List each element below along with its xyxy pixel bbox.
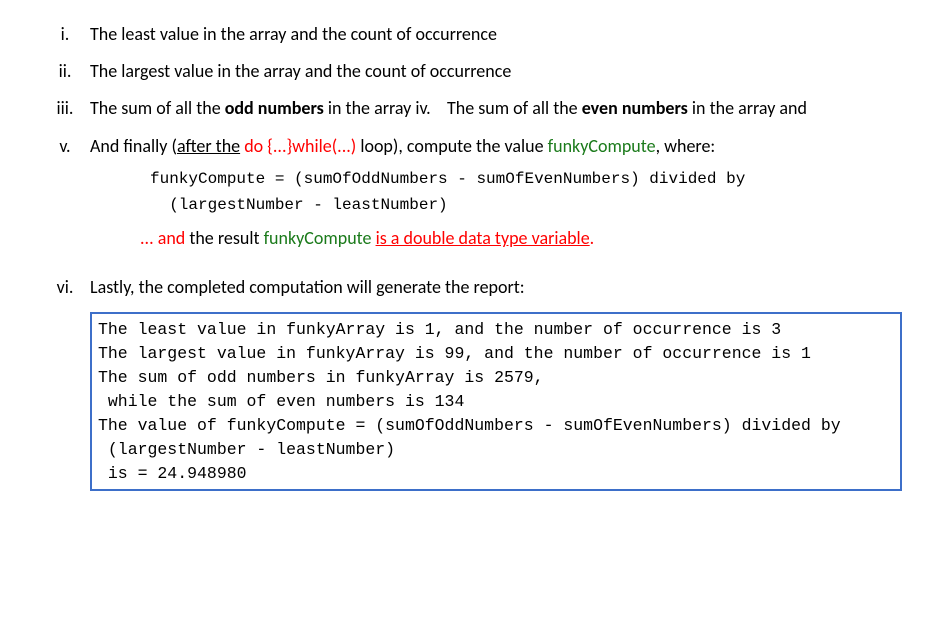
item-vi: vi. Lastly, the completed computation wi… xyxy=(40,273,902,302)
output-line7: is = 24.948980 xyxy=(98,462,894,486)
roman-ii: ii. xyxy=(40,57,90,86)
v-funky: funkyCompute xyxy=(548,135,656,157)
iv-part4: in the array and xyxy=(688,97,807,119)
item-v: v. And finally (after the do {...}while(… xyxy=(40,132,902,253)
v-dots: ... and xyxy=(140,227,185,249)
roman-iii: iii. xyxy=(40,94,90,123)
output-box: The least value in funkyArray is 1, and … xyxy=(90,312,902,491)
formula-line1: funkyCompute = (sumOfOddNumbers - sumOfE… xyxy=(150,167,902,193)
v-result-mid: the result xyxy=(185,227,263,249)
text-iii: The sum of all the odd numbers in the ar… xyxy=(90,94,902,123)
output-line6: (largestNumber - leastNumber) xyxy=(98,438,894,462)
output-line5: The value of funkyCompute = (sumOfOddNum… xyxy=(98,414,894,438)
v-result-line: ... and the result funkyCompute is a dou… xyxy=(140,224,902,253)
v-after-the: after the xyxy=(177,135,240,157)
output-line4: while the sum of even numbers is 134 xyxy=(98,390,894,414)
text-i: The least value in the array and the cou… xyxy=(90,20,902,49)
roman-v: v. xyxy=(40,132,90,253)
v-result-dot: . xyxy=(590,227,595,249)
item-iii: iii. The sum of all the odd numbers in t… xyxy=(40,94,902,123)
output-line3: The sum of odd numbers in funkyArray is … xyxy=(98,366,894,390)
iv-even: even numbers xyxy=(582,97,688,119)
roman-i: i. xyxy=(40,20,90,49)
output-line1: The least value in funkyArray is 1, and … xyxy=(98,318,894,342)
text-vi: Lastly, the completed computation will g… xyxy=(90,273,902,302)
text-ii: The largest value in the array and the c… xyxy=(90,57,902,86)
iii-part2: in the array xyxy=(324,97,416,119)
output-line2: The largest value in funkyArray is 99, a… xyxy=(98,342,894,366)
item-i: i. The least value in the array and the … xyxy=(40,20,902,49)
v-and-finally: And finally ( xyxy=(90,135,177,157)
v-result-funky: funkyCompute xyxy=(264,227,372,249)
v-do-while: do {...}while(...) xyxy=(244,135,356,157)
v-result-type: is a double data type variable xyxy=(376,227,590,249)
formula-line2: (largestNumber - leastNumber) xyxy=(150,193,902,219)
iii-odd: odd numbers xyxy=(225,97,324,119)
formula-block: funkyCompute = (sumOfOddNumbers - sumOfE… xyxy=(150,167,902,218)
roman-iv-inline: iv. xyxy=(415,97,430,119)
v-where: , where: xyxy=(656,135,716,157)
iv-part3: The sum of all the xyxy=(447,97,582,119)
roman-vi: vi. xyxy=(40,273,90,302)
iii-part1: The sum of all the xyxy=(90,97,225,119)
text-v: And finally (after the do {...}while(...… xyxy=(90,132,902,253)
item-ii: ii. The largest value in the array and t… xyxy=(40,57,902,86)
v-loop: loop), compute the value xyxy=(356,135,547,157)
